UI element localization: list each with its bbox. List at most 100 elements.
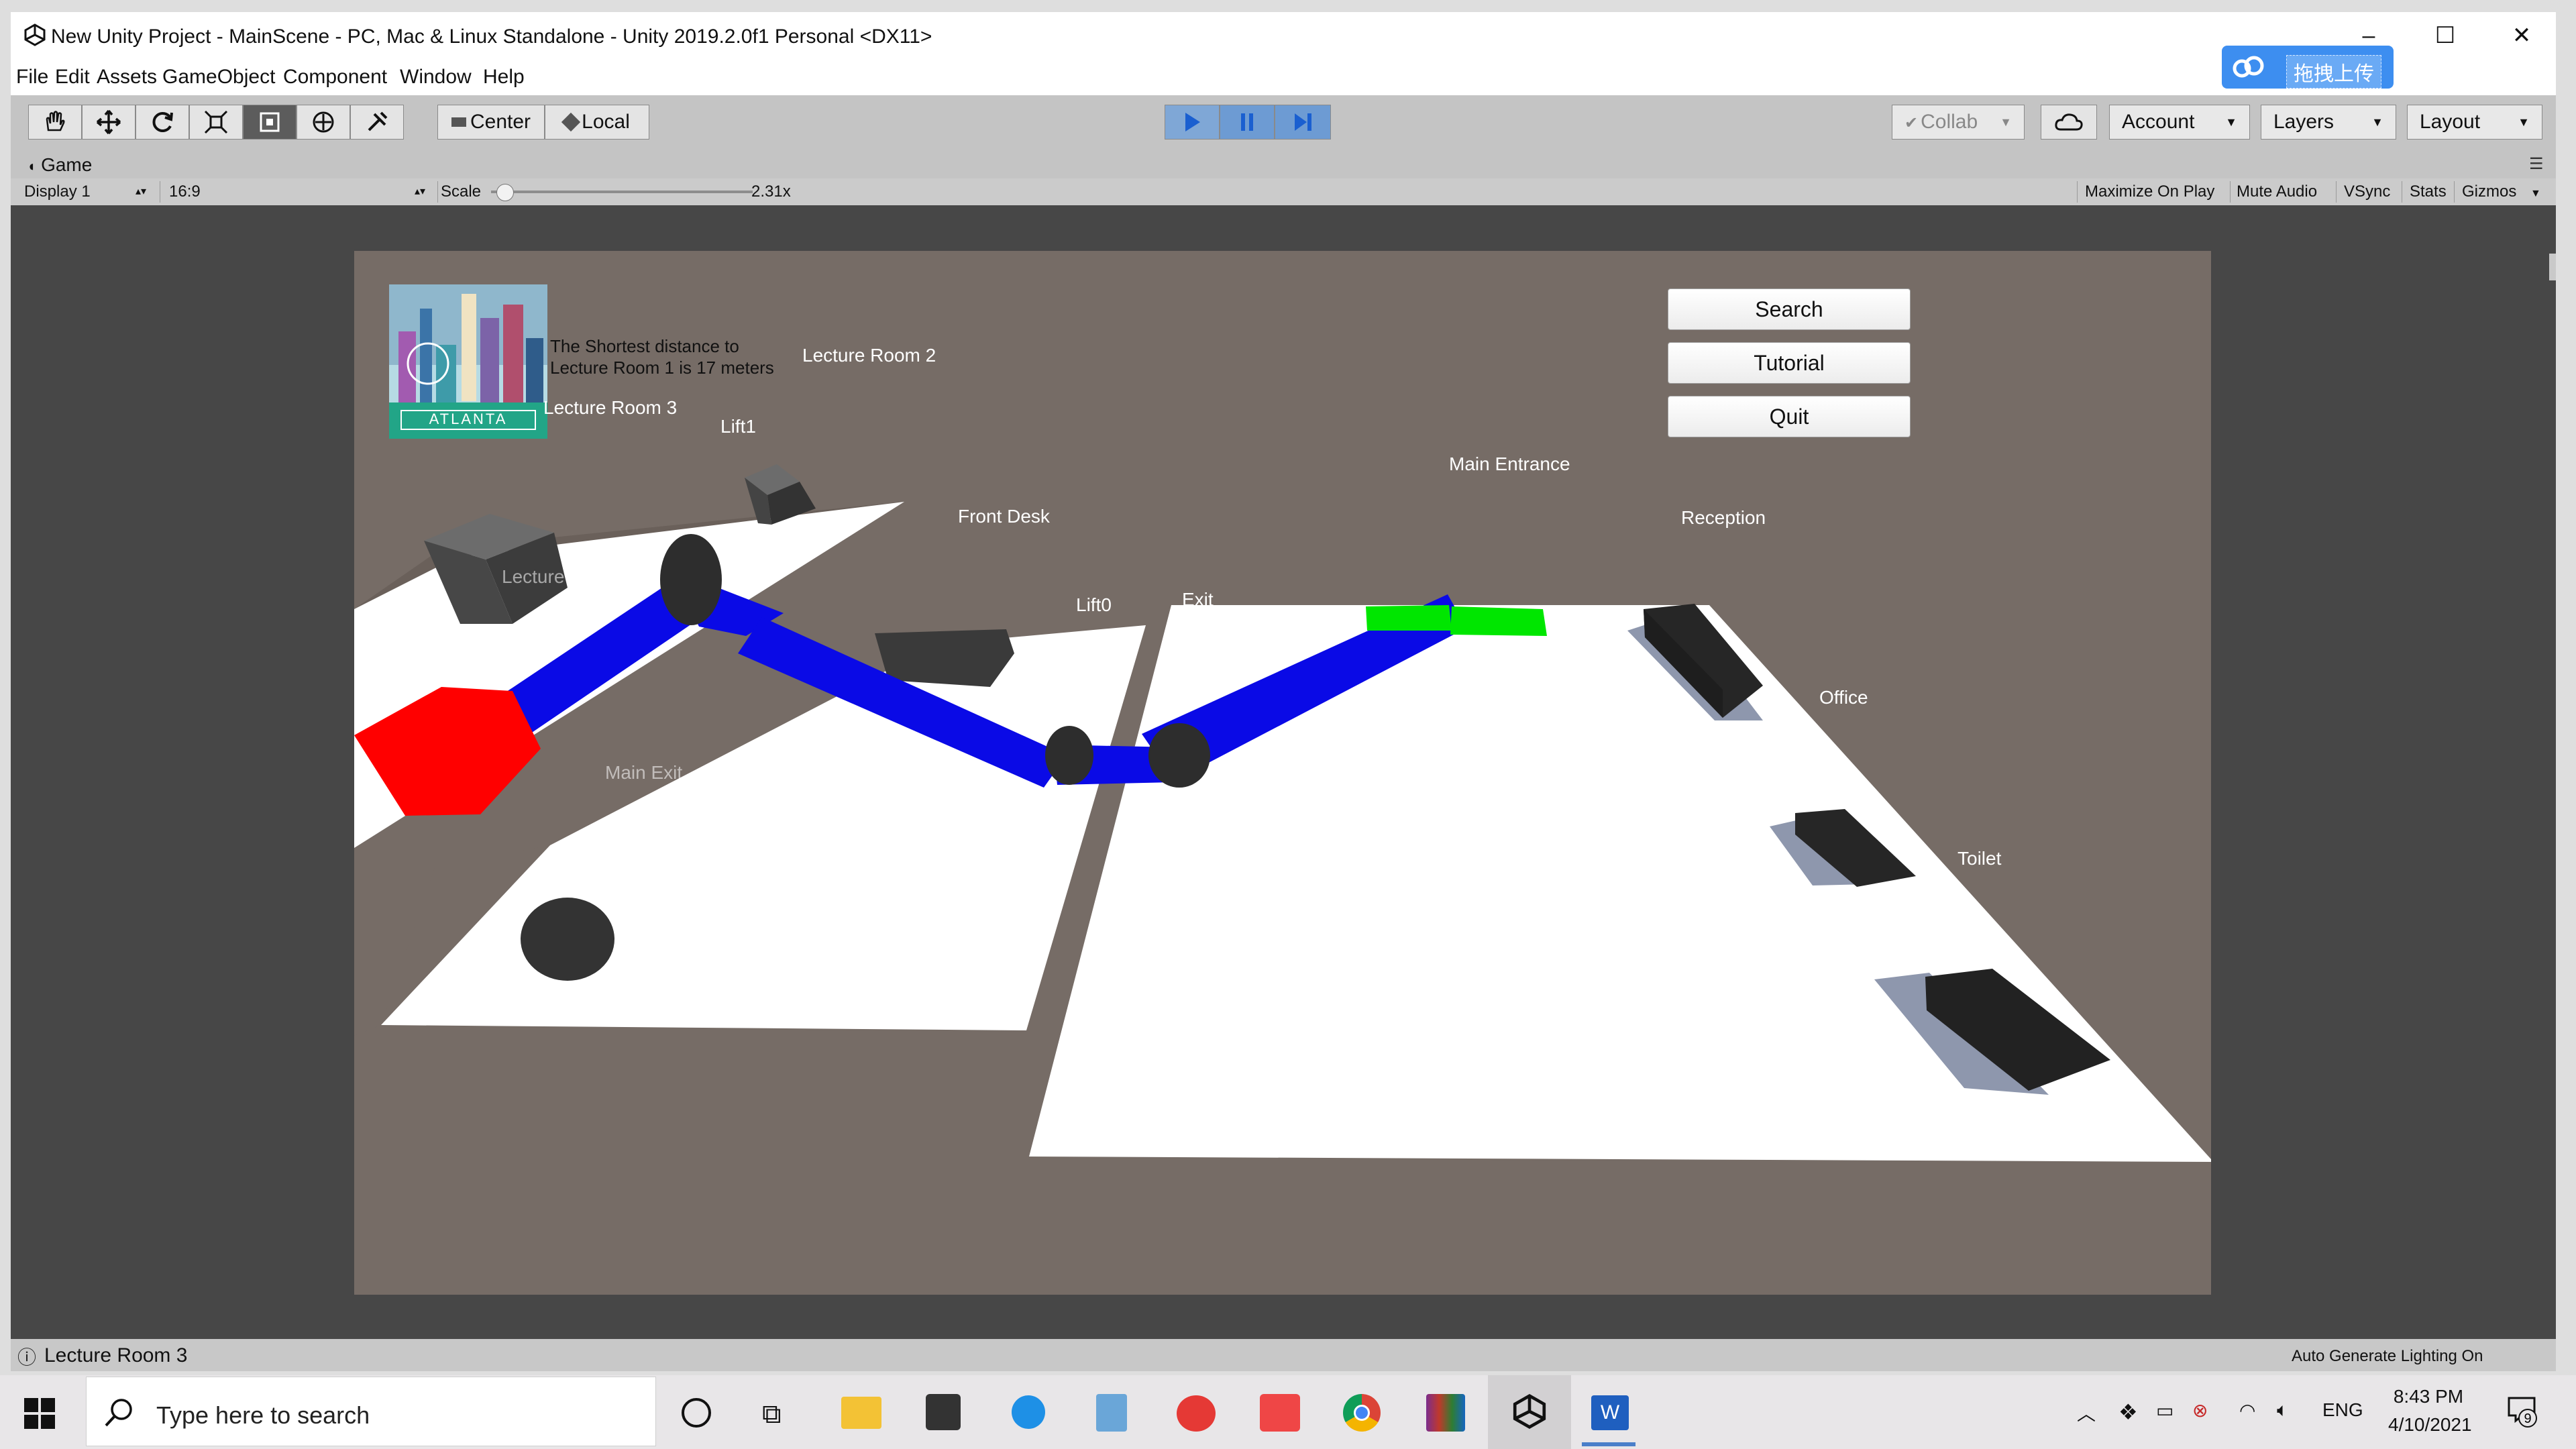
wifi-icon[interactable]: ◠ [2239, 1399, 2255, 1421]
store-icon[interactable] [926, 1394, 961, 1430]
cortana-icon[interactable] [682, 1398, 711, 1428]
clock-date: 4/10/2021 [2388, 1414, 2472, 1435]
label-toilet: Toilet [1957, 848, 2002, 869]
game-tab[interactable]: ◖ Game [27, 154, 92, 176]
pivot-local-button[interactable]: Local [545, 105, 649, 140]
gizmos-label: Gizmos [2462, 182, 2517, 201]
notifications-button[interactable]: 9 [2506, 1394, 2537, 1428]
layout-label: Layout [2420, 111, 2481, 133]
aspect-label: 16:9 [169, 182, 201, 201]
word-icon[interactable]: W [1591, 1395, 1629, 1430]
menu-help[interactable]: Help [483, 66, 525, 89]
chevron-down-icon: ▼ [2530, 188, 2541, 199]
pivot-icon [451, 117, 466, 127]
calendar-app-icon[interactable] [1260, 1394, 1300, 1432]
file-explorer-icon[interactable] [841, 1397, 881, 1429]
move-icon [96, 109, 121, 135]
taskbar-search[interactable]: Type here to search [86, 1377, 656, 1446]
shortest-distance-text: The Shortest distance to Lecture Room 1 … [550, 335, 774, 378]
updown-icon: ▴▾ [135, 186, 146, 197]
windows-icon [24, 1398, 55, 1429]
console-message[interactable]: Lecture Room 3 [44, 1344, 187, 1367]
updown-icon: ▴▾ [414, 186, 425, 197]
hand-tool-button[interactable] [28, 105, 82, 140]
transform-icon [313, 111, 334, 133]
menu-file[interactable]: File [16, 66, 48, 89]
step-icon [1295, 113, 1311, 131]
start-button[interactable] [24, 1398, 55, 1432]
game-scene[interactable]: ATLANTA The Shortest distance to Lecture… [354, 251, 2211, 1295]
upload-button[interactable]: 拖拽上传 [2222, 46, 2394, 89]
rotate-icon [152, 112, 173, 132]
unity-taskbar-item[interactable] [1488, 1375, 1571, 1449]
sync-error-icon[interactable]: ⊗ [2192, 1399, 2208, 1421]
rect-tool-button[interactable] [243, 105, 297, 140]
game-tab-label: Game [41, 154, 93, 175]
rotate-tool-button[interactable] [136, 105, 189, 140]
right-scrollbar-strip [2549, 254, 2556, 280]
stats-toggle[interactable]: Stats [2410, 178, 2447, 205]
task-view-icon[interactable]: ⧉ [762, 1399, 782, 1430]
maximize-button[interactable]: ☐ [2408, 12, 2482, 59]
browser-icon[interactable] [1012, 1395, 1045, 1429]
scale-slider[interactable] [491, 184, 753, 201]
scale-slider-thumb[interactable] [496, 184, 514, 201]
clock-time: 8:43 PM [2393, 1386, 2464, 1407]
step-button[interactable] [1275, 105, 1331, 140]
play-button[interactable] [1165, 105, 1220, 140]
volume-icon[interactable]: 🔈︎ [2277, 1399, 2288, 1421]
transform-tool-button[interactable] [297, 105, 350, 140]
local-label: Local [582, 111, 630, 133]
chrome-icon[interactable] [1343, 1394, 1381, 1432]
menu-window[interactable]: Window [400, 66, 472, 89]
label-reception: Reception [1681, 507, 1766, 528]
scale-icon [204, 110, 228, 134]
menu-edit[interactable]: Edit [55, 66, 90, 89]
label-lift1: Lift1 [720, 416, 756, 437]
scale-tool-button[interactable] [189, 105, 243, 140]
mute-audio-toggle[interactable]: Mute Audio [2237, 178, 2317, 205]
dropbox-icon[interactable]: ❖ [2118, 1399, 2138, 1425]
display-dropdown[interactable]: Display 1 ▴▾ [24, 178, 152, 205]
aspect-dropdown[interactable]: 16:9 ▴▾ [169, 178, 431, 205]
game-view-controls: Display 1 ▴▾ 16:9 ▴▾ Scale 2.31x Maximiz… [11, 178, 2556, 206]
quit-button[interactable]: Quit [1668, 396, 1911, 437]
search-button[interactable]: Search [1668, 288, 1911, 330]
winrar-icon[interactable] [1426, 1394, 1465, 1432]
pause-icon [1241, 113, 1253, 131]
collab-dropdown[interactable]: ✔ Collab ▼ [1892, 105, 2025, 140]
tab-menu-icon[interactable]: ☰ [2529, 154, 2544, 174]
menu-bar: File Edit Assets GameObject Component Wi… [11, 59, 2556, 95]
tomato-icon[interactable] [1177, 1395, 1216, 1432]
file-icon[interactable] [1096, 1394, 1127, 1432]
label-main-entrance: Main Entrance [1449, 453, 1570, 474]
tutorial-button[interactable]: Tutorial [1668, 342, 1911, 384]
pause-button[interactable] [1220, 105, 1275, 140]
local-icon [561, 112, 581, 132]
move-tool-button[interactable] [82, 105, 136, 140]
close-button[interactable]: ✕ [2485, 12, 2559, 59]
account-dropdown[interactable]: Account ▼ [2109, 105, 2250, 140]
logo-text: ATLANTA [429, 411, 508, 427]
vsync-toggle[interactable]: VSync [2344, 178, 2390, 205]
label-lift0: Lift0 [1076, 594, 1112, 615]
collab-label: Collab [1921, 111, 1978, 133]
tray-overflow-icon[interactable]: ︿ [2077, 1399, 2096, 1426]
menu-gameobject[interactable]: GameObject [162, 66, 275, 89]
divider [2077, 181, 2078, 203]
pivot-center-button[interactable]: Center [437, 105, 545, 140]
clock[interactable]: 8:43 PM 4/10/2021 [2388, 1386, 2472, 1436]
custom-tool-button[interactable] [350, 105, 404, 140]
scale-label: Scale [440, 182, 482, 201]
menu-assets[interactable]: Assets [97, 66, 157, 89]
node-sphere [521, 898, 614, 981]
language-indicator[interactable]: ENG [2322, 1399, 2363, 1421]
layout-dropdown[interactable]: Layout ▼ [2407, 105, 2542, 140]
maximize-on-play-toggle[interactable]: Maximize On Play [2085, 178, 2214, 205]
word-active-indicator [1582, 1442, 1635, 1446]
layers-dropdown[interactable]: Layers ▼ [2261, 105, 2396, 140]
gizmos-dropdown[interactable]: Gizmos ▼ [2462, 178, 2541, 205]
menu-component[interactable]: Component [283, 66, 387, 89]
cloud-services-button[interactable] [2041, 105, 2097, 140]
battery-icon[interactable]: ▭ [2156, 1399, 2174, 1421]
